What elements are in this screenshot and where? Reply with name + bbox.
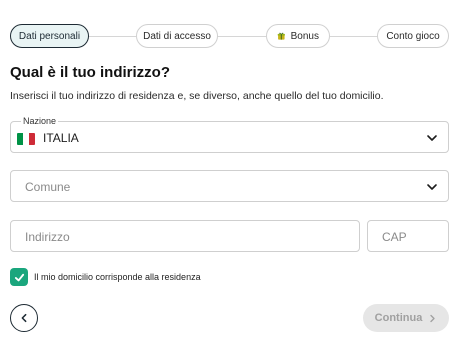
bonus-icon bbox=[277, 32, 285, 40]
chevron-down-icon bbox=[427, 184, 437, 190]
step-bonus[interactable]: Bonus bbox=[266, 24, 330, 48]
step-connector bbox=[88, 36, 136, 37]
indirizzo-placeholder: Indirizzo bbox=[25, 230, 70, 244]
step-label: Conto gioco bbox=[386, 30, 440, 42]
indirizzo-input[interactable]: Indirizzo bbox=[10, 220, 360, 252]
step-dati-di-accesso[interactable]: Dati di accesso bbox=[136, 24, 218, 48]
page-title: Qual è il tuo indirizzo? bbox=[10, 64, 170, 81]
step-label: Bonus bbox=[290, 30, 319, 42]
nation-value: ITALIA bbox=[43, 131, 79, 145]
check-icon bbox=[14, 273, 24, 281]
page-subtitle: Inserisci il tuo indirizzo di residenza … bbox=[10, 90, 384, 102]
step-connector bbox=[216, 36, 266, 37]
continue-label: Continua bbox=[374, 312, 423, 324]
step-label: Dati di accesso bbox=[143, 30, 211, 42]
continue-button[interactable]: Continua bbox=[363, 304, 449, 332]
step-connector bbox=[330, 36, 378, 37]
chevron-right-icon bbox=[430, 314, 436, 322]
back-button[interactable] bbox=[10, 304, 38, 332]
cap-input[interactable]: CAP bbox=[367, 220, 449, 252]
cap-placeholder: CAP bbox=[382, 230, 407, 244]
comune-placeholder: Comune bbox=[25, 180, 71, 194]
domicile-checkbox-row[interactable]: Il mio domicilio corrisponde alla reside… bbox=[10, 268, 201, 286]
nation-label: Nazione bbox=[21, 116, 59, 126]
nation-select[interactable]: Nazione ITALIA bbox=[10, 116, 449, 153]
step-label: Dati personali bbox=[18, 30, 81, 42]
domicile-checkbox[interactable] bbox=[10, 268, 28, 286]
step-dati-personali[interactable]: Dati personali bbox=[10, 24, 89, 48]
chevron-left-icon bbox=[21, 313, 27, 323]
stepper: Dati personali Dati di accesso Bonus Con… bbox=[0, 0, 460, 72]
chevron-down-icon bbox=[427, 135, 437, 141]
italy-flag-icon bbox=[17, 133, 35, 145]
step-conto-gioco[interactable]: Conto gioco bbox=[377, 24, 449, 48]
domicile-checkbox-label: Il mio domicilio corrisponde alla reside… bbox=[34, 272, 201, 282]
comune-select[interactable]: Comune bbox=[10, 170, 449, 202]
